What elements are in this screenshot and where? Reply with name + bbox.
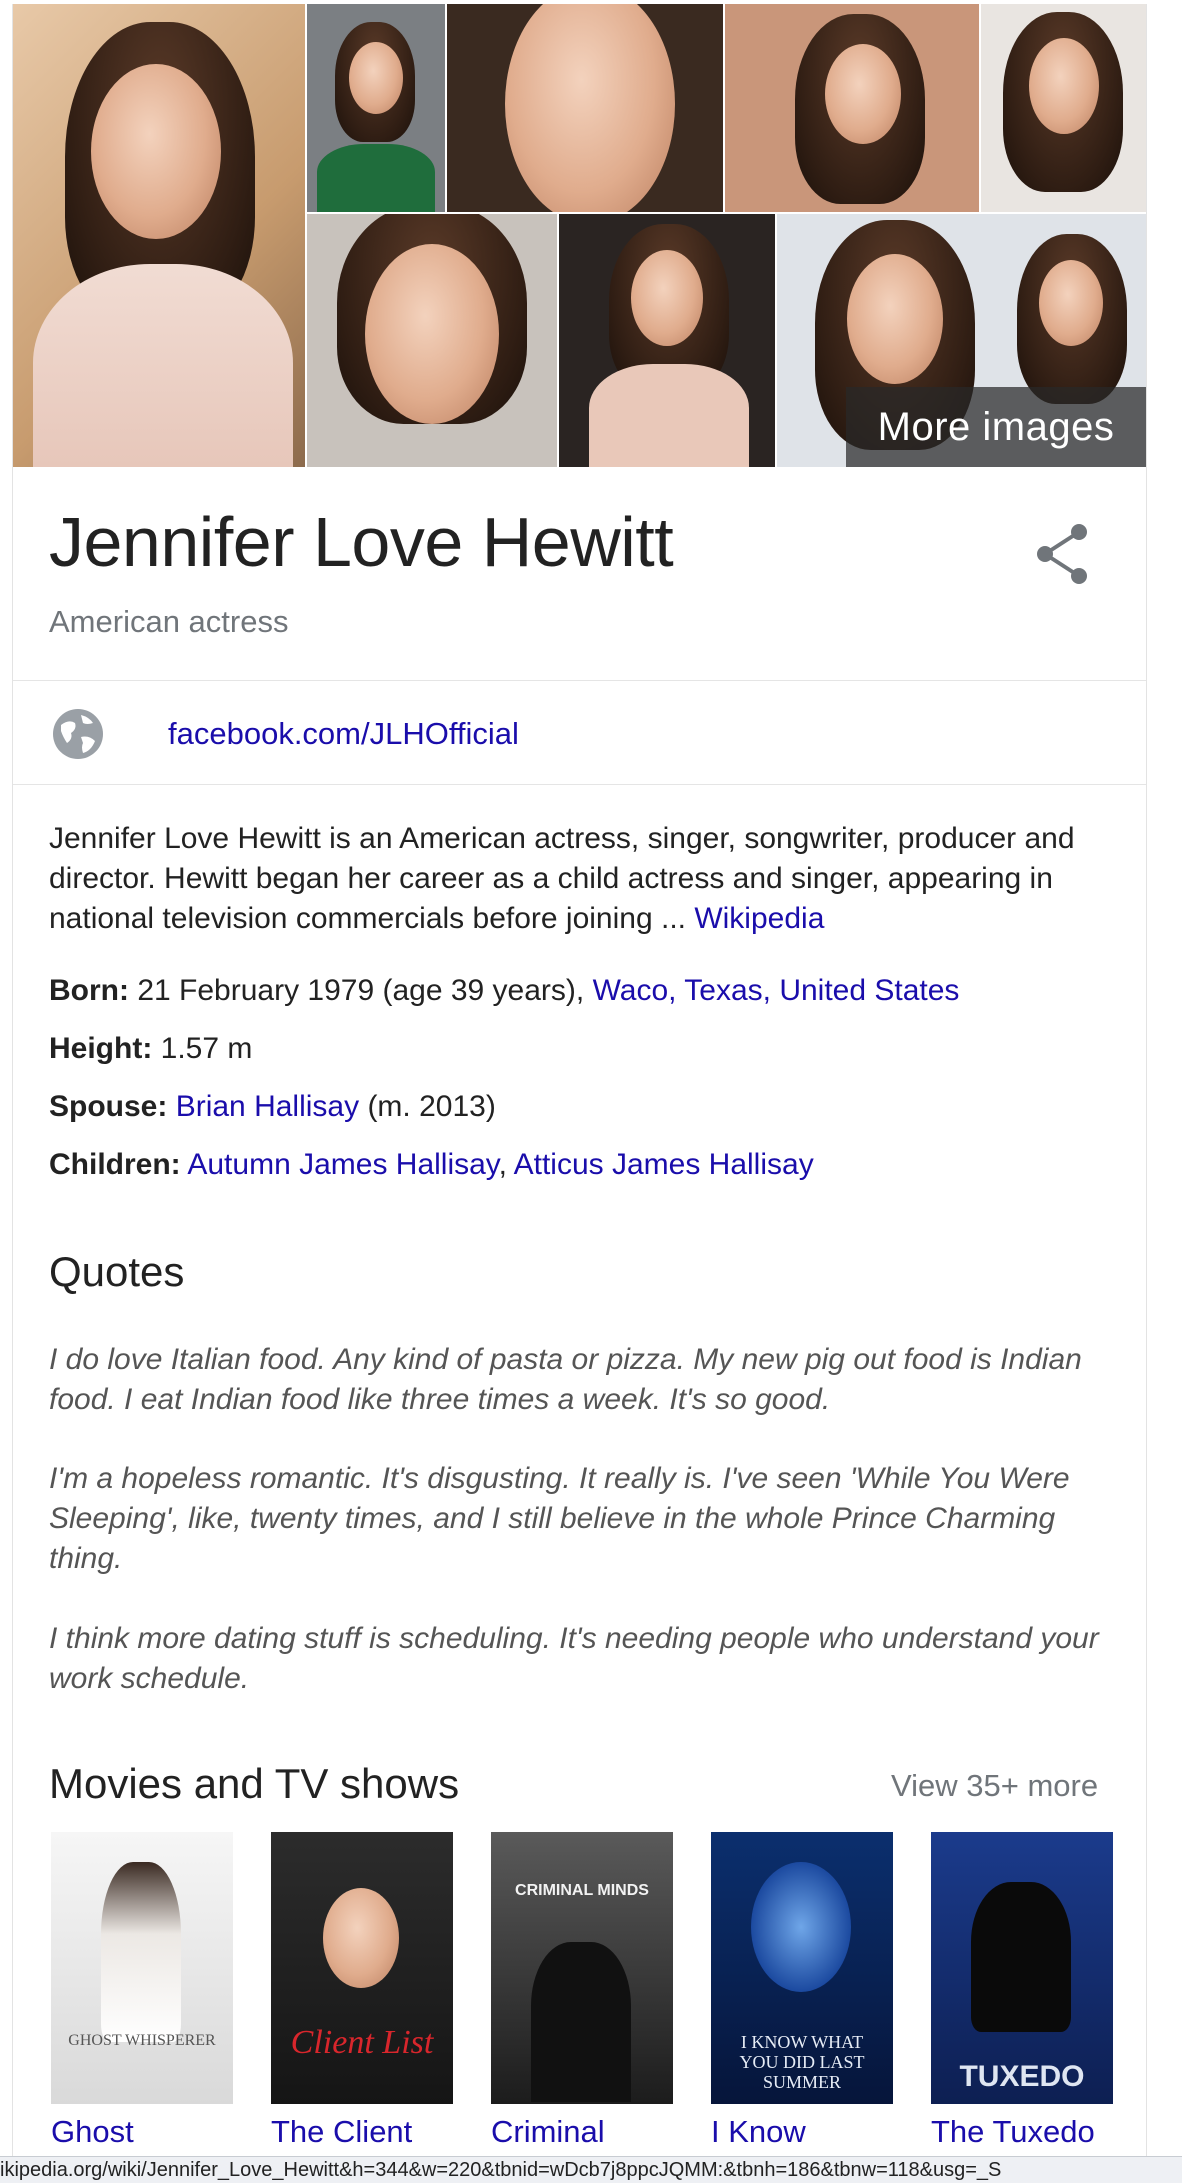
child-link[interactable]: Atticus James Hallisay: [514, 1148, 814, 1181]
quote-item: I do love Italian food. Any kind of past…: [49, 1343, 1082, 1416]
fact-value: 21 February 1979 (age 39 years),: [128, 974, 593, 1007]
fact-label: Spouse:: [49, 1090, 168, 1123]
image-tile[interactable]: [725, 4, 979, 212]
movie-poster[interactable]: GHOST WHISPERER: [51, 1832, 233, 2104]
image-tile[interactable]: [559, 214, 775, 467]
movie-poster[interactable]: CRIMINAL MINDS: [491, 1832, 673, 2104]
poster-title: I KNOW WHAT YOU DID LAST SUMMER: [739, 2032, 865, 2092]
movie-title-link[interactable]: The Tuxedo: [931, 2114, 1095, 2150]
wikipedia-link[interactable]: Wikipedia: [694, 902, 824, 935]
fact-born: Born: 21 February 1979 (age 39 years), W…: [49, 974, 959, 1008]
quote-item: I think more dating stuff is scheduling.…: [49, 1622, 1099, 1695]
knowledge-panel: More images Jennifer Love Hewitt America…: [12, 4, 1147, 2182]
fact-label: Born:: [49, 974, 129, 1007]
fact-value: (m. 2013): [359, 1090, 496, 1123]
image-tile[interactable]: [307, 4, 445, 212]
image-tile[interactable]: [447, 4, 723, 212]
entity-name: Jennifer Love Hewitt: [49, 503, 674, 581]
fact-label: Children:: [49, 1148, 181, 1181]
poster-title: GHOST WHISPERER: [68, 2032, 216, 2049]
poster-title: Client List: [290, 2024, 434, 2061]
movie-title-link[interactable]: The Client: [271, 2114, 412, 2150]
globe-icon: [51, 707, 105, 761]
divider: [13, 784, 1146, 785]
spouse-link[interactable]: Brian Hallisay: [176, 1090, 359, 1123]
quotes-heading: Quotes: [49, 1248, 185, 1295]
birthplace-link[interactable]: Waco, Texas, United States: [593, 974, 960, 1007]
image-tile[interactable]: [307, 214, 557, 467]
divider: [13, 680, 1146, 681]
image-tile[interactable]: [981, 4, 1146, 212]
movie-title-link[interactable]: Criminal: [491, 2114, 605, 2150]
website-link[interactable]: facebook.com/JLHOfficial: [168, 716, 519, 752]
fact-value: 1.57 m: [152, 1032, 253, 1065]
more-images-button[interactable]: More images: [846, 387, 1146, 467]
view-more-link[interactable]: View 35+ more: [891, 1768, 1098, 1804]
share-icon[interactable]: [1023, 520, 1103, 588]
movies-heading: Movies and TV shows: [49, 1760, 460, 1807]
movie-title-link[interactable]: I Know: [711, 2114, 806, 2150]
movie-poster[interactable]: Client List: [271, 1832, 453, 2104]
movie-title-link[interactable]: Ghost: [51, 2114, 134, 2150]
fact-height: Height: 1.57 m: [49, 1032, 252, 1066]
movie-poster[interactable]: I KNOW WHAT YOU DID LAST SUMMER: [711, 1832, 893, 2104]
fact-label: Height:: [49, 1032, 153, 1065]
description-text: Jennifer Love Hewitt is an American actr…: [49, 822, 1075, 935]
image-mosaic: More images: [13, 4, 1146, 467]
entity-subtitle: American actress: [49, 604, 289, 639]
fact-children: Children: Autumn James Hallisay, Atticus…: [49, 1148, 814, 1182]
poster-title: TUXEDO: [959, 2060, 1085, 2093]
poster-title: CRIMINAL MINDS: [515, 1882, 649, 1899]
image-tile[interactable]: [13, 4, 305, 467]
quote-item: I'm a hopeless romantic. It's disgusting…: [49, 1462, 1070, 1575]
movie-poster[interactable]: TUXEDO: [931, 1832, 1113, 2104]
fact-separator: ,: [498, 1148, 514, 1181]
entity-description: Jennifer Love Hewitt is an American actr…: [49, 819, 1124, 939]
status-bar-url: ikipedia.org/wiki/Jennifer_Love_Hewitt&h…: [0, 2156, 1182, 2183]
child-link[interactable]: Autumn James Hallisay: [187, 1148, 498, 1181]
fact-spouse: Spouse: Brian Hallisay (m. 2013): [49, 1090, 496, 1124]
